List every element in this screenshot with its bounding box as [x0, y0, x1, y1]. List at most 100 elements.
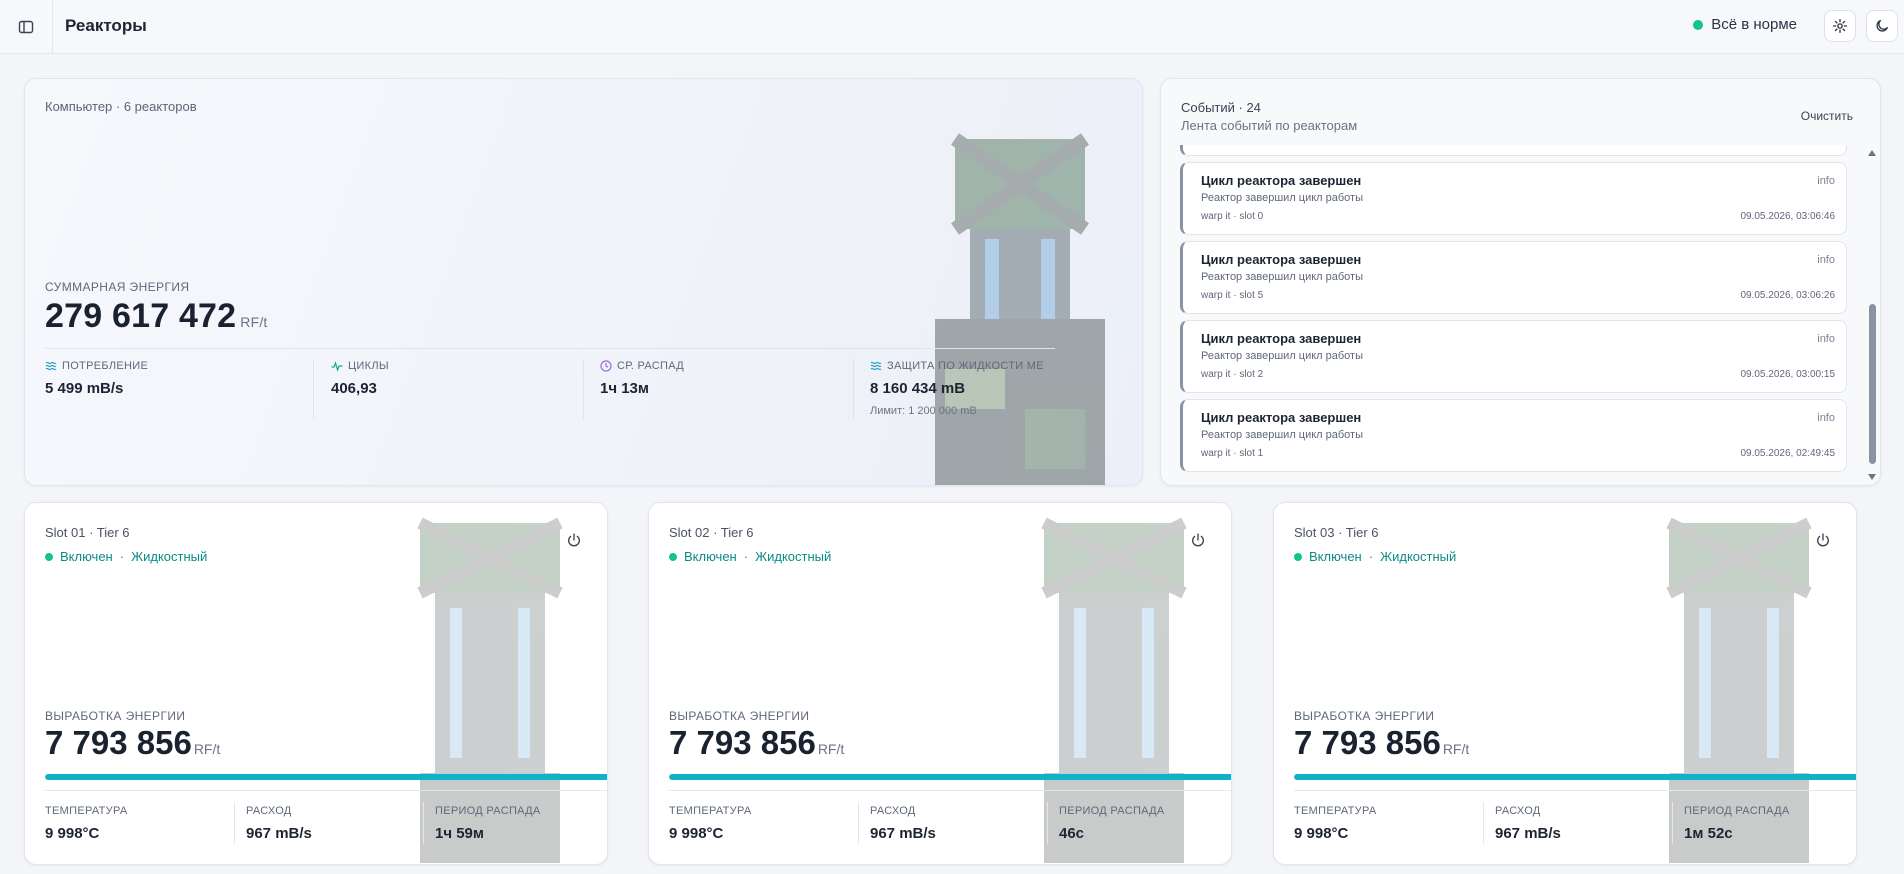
metric-label: РАСХОД [870, 805, 916, 817]
metric-value: 9 998°C [1294, 825, 1349, 842]
metric-separator [313, 359, 314, 419]
event-source: warp it · slot 2 [1201, 369, 1264, 380]
output-number: 7 793 856 [1294, 724, 1441, 761]
metric-label: РАСХОД [1495, 805, 1541, 817]
event-title: Цикл реактора завершен [1201, 410, 1362, 425]
event-time: 09.05.2026, 03:06:26 [1740, 290, 1835, 301]
output-progress-fill [45, 774, 607, 780]
event-source: warp it · slot 1 [1201, 448, 1264, 459]
output-value: 7 793 856 RF/t [1294, 724, 1469, 762]
metric-label: ТЕМПЕРАТУРА [45, 805, 128, 817]
output-progress-bar [45, 774, 607, 780]
metric-separator [1047, 802, 1048, 844]
reactor-state: Включен [1309, 549, 1362, 564]
metric-separator [423, 802, 424, 844]
top-bar: Реакторы Всё в норме [0, 0, 1904, 54]
event-item[interactable]: Цикл реактора завершен info Реактор заве… [1180, 241, 1847, 314]
event-title: Цикл реактора завершен [1201, 252, 1362, 267]
reactor-art [935, 133, 1105, 485]
events-list[interactable]: Цикл реактора завершен info Реактор заве… [1180, 145, 1847, 481]
output-progress-fill [1294, 774, 1856, 780]
reactor-flow: РАСХОД 967 mB/s [1495, 805, 1561, 842]
output-value: 7 793 856 RF/t [45, 724, 220, 762]
waves-icon [870, 361, 882, 371]
reactor-state: Включен [60, 549, 113, 564]
metric-label: ТЕМПЕРАТУРА [1294, 805, 1377, 817]
event-item[interactable]: Цикл реактора завершен info Реактор заве… [1180, 162, 1847, 235]
event-item[interactable]: Цикл реактора завершен info Реактор заве… [1180, 399, 1847, 472]
metric-separator [853, 359, 854, 419]
metric-separator [234, 802, 235, 844]
output-number: 7 793 856 [669, 724, 816, 761]
reactor-state: Включен [684, 549, 737, 564]
power-button[interactable] [1187, 529, 1209, 551]
settings-button[interactable] [1824, 10, 1856, 42]
reactor-flow: РАСХОД 967 mB/s [246, 805, 312, 842]
output-value: 7 793 856 RF/t [669, 724, 844, 762]
reactor-mode: Жидкостный [755, 549, 832, 564]
metric-separator [858, 802, 859, 844]
reactor-status: Включен · Жидкостный [45, 549, 207, 564]
event-description: Реактор завершил цикл работы [1201, 350, 1364, 362]
reactor-temperature: ТЕМПЕРАТУРА 9 998°C [1294, 805, 1377, 842]
event-level: info [1817, 333, 1835, 345]
theme-toggle-button[interactable] [1866, 10, 1898, 42]
event-item[interactable]: Цикл реактора завершен info Реактор заве… [1180, 320, 1847, 393]
clear-events-button[interactable]: Очистить [1801, 109, 1853, 123]
event-item-partial [1180, 145, 1847, 156]
events-title: Событий · 24 [1181, 100, 1261, 115]
summary-subtitle: Компьютер · 6 реакторов [45, 99, 197, 114]
reactor-mode: Жидкостный [1380, 549, 1457, 564]
event-title: Цикл реактора завершен [1201, 173, 1362, 188]
reactor-card-slot-02: Slot 02 · Tier 6 Включен · Жидкостный ВЫ… [648, 502, 1232, 865]
output-progress-bar [1294, 774, 1856, 780]
gear-icon [1833, 19, 1847, 33]
metric-value: 5 499 mB/s [45, 380, 124, 397]
summary-divider [45, 348, 1055, 349]
status-dot [1294, 552, 1302, 561]
metric-consumption: ПОТРЕБЛЕНИЕ 5 499 mB/s [45, 360, 148, 397]
event-level: info [1817, 254, 1835, 266]
reactor-mode: Жидкостный [131, 549, 208, 564]
events-scrollbar[interactable] [1869, 304, 1876, 464]
reactor-card-slot-03: Slot 03 · Tier 6 Включен · Жидкостный ВЫ… [1273, 502, 1857, 865]
event-source: warp it · slot 5 [1201, 290, 1264, 301]
output-progress-fill [669, 774, 1231, 780]
status-dot [45, 552, 53, 561]
reactor-title: Slot 02 · Tier 6 [669, 525, 754, 540]
scroll-down-icon[interactable] [1867, 473, 1877, 481]
output-unit: RF/t [193, 741, 221, 757]
power-button[interactable] [563, 529, 585, 551]
status-dot [669, 552, 677, 561]
separator-dot: · [743, 549, 749, 564]
metric-value: 1ч 59м [435, 825, 484, 842]
power-button[interactable] [1812, 529, 1834, 551]
sidebar-icon [18, 20, 34, 34]
total-energy-number: 279 617 472 [45, 297, 237, 335]
reactor-divider [669, 790, 1231, 791]
output-number: 7 793 856 [45, 724, 192, 761]
metric-separator [583, 359, 584, 419]
summary-card: Компьютер · 6 реакторов СУММАРНАЯ ЭНЕРГИ… [24, 78, 1143, 486]
metric-label: ПЕРИОД РАСПАДА [435, 805, 541, 817]
scroll-up-icon[interactable] [1867, 149, 1877, 157]
reactor-divider [1294, 790, 1856, 791]
moon-icon [1876, 20, 1888, 32]
sidebar-toggle-button[interactable] [0, 0, 53, 54]
event-time: 09.05.2026, 02:49:45 [1740, 448, 1835, 459]
output-unit: RF/t [817, 741, 845, 757]
total-energy-unit: RF/t [240, 314, 268, 330]
power-icon [1817, 533, 1829, 547]
reactor-temperature: ТЕМПЕРАТУРА 9 998°C [45, 805, 128, 842]
output-label: ВЫРАБОТКА ЭНЕРГИИ [1294, 709, 1435, 723]
metric-fluid-protection: ЗАЩИТА ПО ЖИДКОСТИ МЕ 8 160 434 mB Лимит… [870, 360, 1044, 417]
clock-icon [600, 360, 612, 372]
metric-separator [1483, 802, 1484, 844]
metric-label: ЗАЩИТА ПО ЖИДКОСТИ МЕ [887, 360, 1044, 372]
event-time: 09.05.2026, 03:06:46 [1740, 211, 1835, 222]
event-time: 09.05.2026, 03:00:15 [1740, 369, 1835, 380]
output-unit: RF/t [1442, 741, 1470, 757]
total-energy-label: СУММАРНАЯ ЭНЕРГИЯ [45, 280, 190, 294]
reactor-flow: РАСХОД 967 mB/s [870, 805, 936, 842]
metric-label: СР. РАСПАД [617, 360, 685, 372]
